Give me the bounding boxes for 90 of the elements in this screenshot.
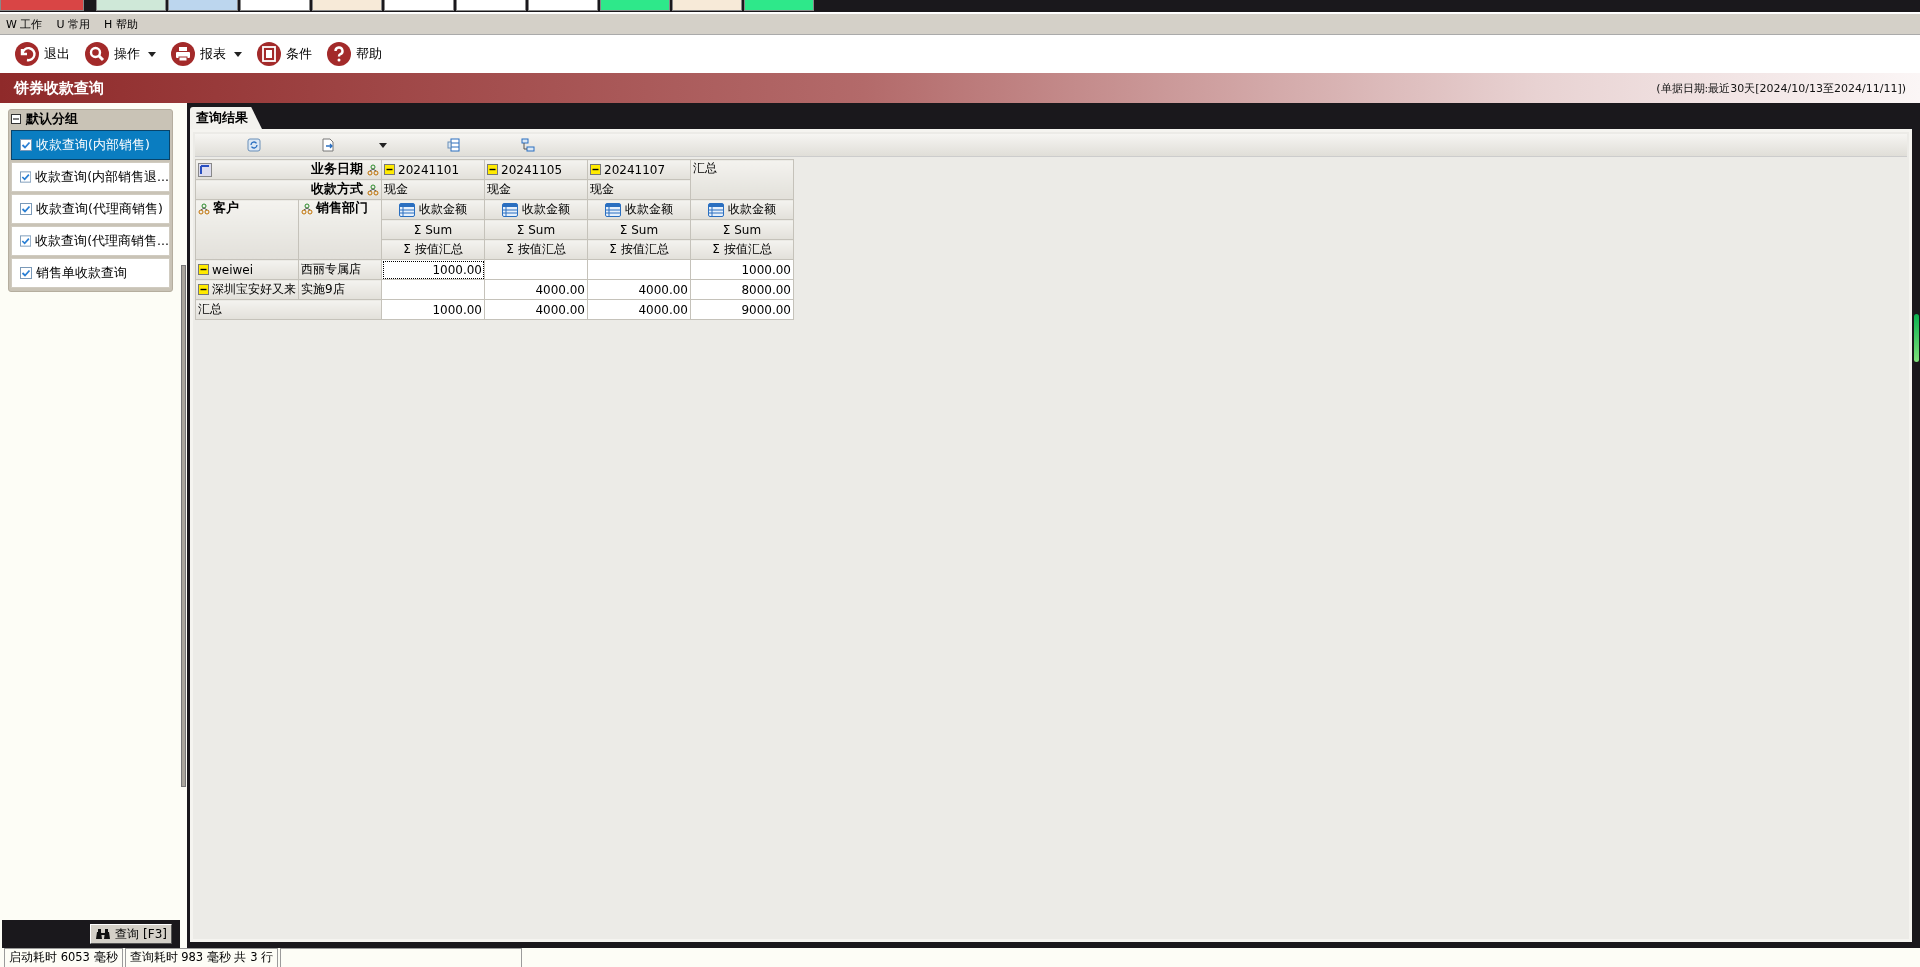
- window-tab[interactable]: [456, 0, 526, 11]
- toolbar-button[interactable]: [447, 138, 461, 152]
- header-label: 20241107: [604, 162, 666, 177]
- window-tab[interactable]: [600, 0, 670, 11]
- result-tab[interactable]: 查询结果: [190, 107, 262, 129]
- table-icon: [502, 202, 518, 217]
- toolbar-button[interactable]: [321, 138, 387, 152]
- item-label: 收款查询(内部销售退...: [35, 168, 169, 186]
- checkbox[interactable]: [20, 235, 32, 247]
- item-label: 销售单收款查询: [36, 264, 127, 282]
- menu-item[interactable]: W 工作: [6, 16, 43, 32]
- status-text: 启动耗时 6053 毫秒: [4, 948, 123, 967]
- field-icon[interactable]: [198, 202, 210, 215]
- page-title: 饼券收款查询: [14, 78, 104, 98]
- collapse-icon[interactable]: [487, 164, 498, 175]
- toolbar-button[interactable]: 帮助: [324, 39, 384, 69]
- row-header[interactable]: 汇总: [195, 299, 382, 320]
- refresh-icon: [247, 138, 261, 152]
- window-tab[interactable]: [384, 0, 454, 11]
- printer-icon: [170, 41, 196, 67]
- columns-icon: [447, 138, 461, 152]
- menu-item[interactable]: H 帮助: [103, 16, 138, 32]
- header-label: 20241105: [501, 162, 563, 177]
- column-header[interactable]: 20241101: [381, 159, 485, 180]
- contact-card-icon: [256, 41, 282, 67]
- field-icon[interactable]: [301, 202, 313, 215]
- collapse-icon[interactable]: [198, 284, 209, 295]
- column-header[interactable]: 20241107: [587, 159, 691, 180]
- toolbar-button[interactable]: 退出: [12, 39, 72, 69]
- caret-icon: [234, 51, 242, 57]
- item-label: 收款查询(代理商销售): [36, 200, 163, 218]
- hierarchy-icon: [521, 138, 535, 152]
- window-tab[interactable]: [240, 0, 310, 11]
- collapse-icon[interactable]: [11, 114, 21, 124]
- field-label: 销售部门: [316, 200, 368, 217]
- sidebar-item[interactable]: 收款查询(代理商销售...: [11, 226, 170, 256]
- toolbar-button[interactable]: 报表: [168, 39, 244, 69]
- sidebar-item[interactable]: 收款查询(内部销售): [11, 130, 170, 160]
- collapse-icon[interactable]: [384, 164, 395, 175]
- collapse-icon[interactable]: [198, 264, 209, 275]
- toolbar-button[interactable]: 条件: [254, 39, 314, 69]
- header-label: 收款金额: [419, 201, 467, 218]
- sidebar-item[interactable]: 收款查询(代理商销售): [11, 194, 170, 224]
- table-icon: [399, 202, 415, 217]
- item-label: 收款查询(内部销售): [36, 136, 150, 154]
- window-tab[interactable]: [96, 0, 166, 11]
- window-tab[interactable]: [672, 0, 742, 11]
- group-title: 默认分组: [26, 110, 78, 128]
- field-header[interactable]: 客户: [195, 199, 299, 260]
- item-label: 收款查询(代理商销售...: [35, 232, 169, 250]
- checkbox[interactable]: [20, 267, 32, 279]
- table-icon: [605, 202, 621, 217]
- query-button[interactable]: 查询 [F3]: [90, 924, 172, 944]
- field-header[interactable]: 销售部门: [298, 199, 382, 260]
- caret-icon: [379, 142, 387, 148]
- checkbox[interactable]: [20, 139, 32, 151]
- toolbar-button[interactable]: [247, 138, 261, 152]
- column-header[interactable]: 20241105: [484, 159, 588, 180]
- date-range-text: (单据日期:最近30天[2024/10/13至2024/11/11]): [1656, 80, 1906, 96]
- column-header[interactable]: 汇总: [690, 159, 794, 200]
- help-icon: [326, 41, 352, 67]
- checkbox[interactable]: [20, 171, 32, 183]
- header-label: 20241101: [398, 162, 460, 177]
- checkbox[interactable]: [20, 203, 32, 215]
- row-header[interactable]: 深圳宝安好又来: [195, 279, 299, 300]
- toolbar-button[interactable]: 操作: [82, 39, 158, 69]
- scrollbar-thumb[interactable]: [1914, 314, 1919, 362]
- sidebar-item[interactable]: 收款查询(内部销售退...: [11, 162, 170, 192]
- header-label: 深圳宝安好又来: [212, 281, 296, 298]
- field-label: 客户: [213, 200, 239, 217]
- row-header[interactable]: weiwei: [195, 259, 299, 280]
- header-label: 收款金额: [625, 201, 673, 218]
- status-text: 查询耗时 983 毫秒 共 3 行: [124, 948, 279, 967]
- window-tab[interactable]: [528, 0, 598, 11]
- window-tab[interactable]: [744, 0, 814, 11]
- header-label: 收款金额: [728, 201, 776, 218]
- search-icon: [84, 41, 110, 67]
- sidebar-item[interactable]: 销售单收款查询: [11, 258, 170, 288]
- header-label: weiwei: [212, 262, 254, 277]
- window-tab[interactable]: [312, 0, 382, 11]
- toolbar-button[interactable]: [521, 138, 535, 152]
- caret-icon: [148, 51, 156, 57]
- header-label: 收款金额: [522, 201, 570, 218]
- binoculars-icon: [95, 928, 112, 940]
- collapse-icon[interactable]: [590, 164, 601, 175]
- export-icon: [321, 138, 335, 152]
- menu-item[interactable]: U 常用: [56, 16, 90, 32]
- window-tab[interactable]: [168, 0, 238, 11]
- splitter-handle[interactable]: [181, 264, 186, 787]
- table-icon: [708, 202, 724, 217]
